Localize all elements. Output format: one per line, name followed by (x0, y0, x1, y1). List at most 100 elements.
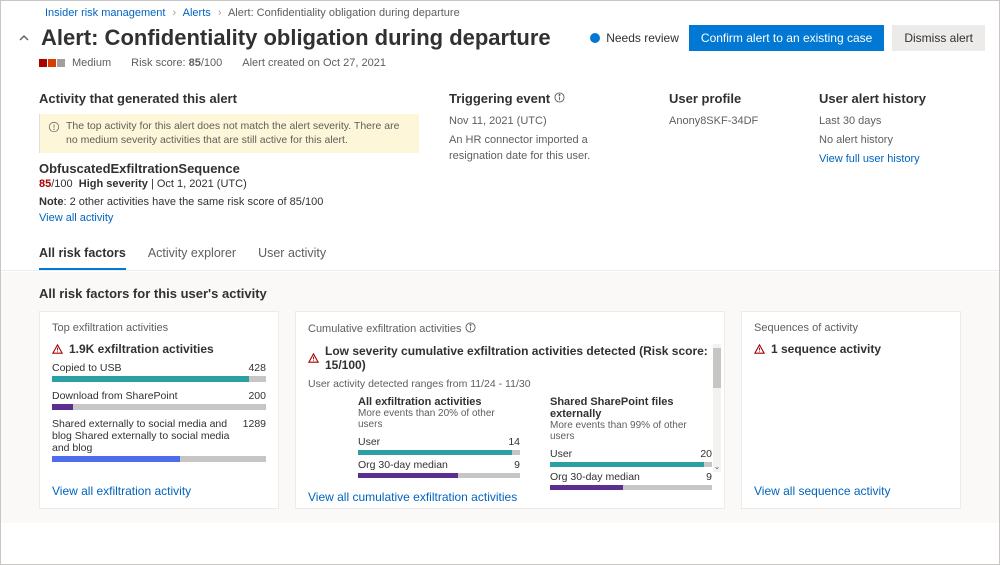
collapse-chevron-icon[interactable] (15, 29, 33, 47)
activity-section-heading: Activity that generated this alert (39, 91, 419, 106)
col-triggering: Triggering event Nov 11, 2021 (UTC) An H… (449, 91, 639, 224)
col-activity: Activity that generated this alert The t… (39, 91, 419, 224)
card-cumulative-exfiltration: Cumulative exfiltration activities Low s… (295, 311, 725, 509)
page-header: Alert: Confidentiality obligation during… (1, 23, 999, 57)
confirm-alert-button[interactable]: Confirm alert to an existing case (689, 25, 884, 51)
cumulative-subtext: User activity detected ranges from 11/24… (308, 378, 712, 390)
breadcrumb-current: Alert: Confidentiality obligation during… (228, 7, 460, 19)
status-dot-icon (590, 33, 600, 43)
headline-text: Low severity cumulative exfiltration act… (325, 344, 712, 372)
stat-label: Org 30-day median (550, 471, 640, 483)
stat-label: User (550, 448, 572, 460)
col-user-profile: User profile Anony8SKF-34DF (669, 91, 789, 224)
bar-fill (52, 404, 73, 410)
info-icon[interactable] (554, 91, 565, 106)
scroll-thumb[interactable] (713, 348, 721, 388)
cumulative-columns: All exfiltration activities More events … (308, 396, 712, 490)
activity-score-val: 85 (39, 178, 51, 190)
bar-value: 428 (248, 362, 266, 374)
tab-activity-explorer[interactable]: Activity explorer (148, 240, 236, 270)
dismiss-alert-button[interactable]: Dismiss alert (892, 25, 985, 51)
tab-all-risk-factors[interactable]: All risk factors (39, 240, 126, 270)
scroll-down-icon[interactable]: ⌄ (713, 462, 721, 472)
user-bar (550, 462, 704, 467)
bar-fill (52, 376, 249, 382)
breadcrumb-alerts[interactable]: Alerts (183, 7, 211, 19)
activity-subline: 85/100 High severity | Oct 1, 2021 (UTC) (39, 178, 419, 190)
page-title: Alert: Confidentiality obligation during… (41, 25, 551, 51)
activity-severity: High severity (76, 178, 148, 190)
risk-score-label: Risk score: (131, 57, 185, 69)
alert-created-date: Alert created on Oct 27, 2021 (242, 57, 386, 69)
bar-label: Shared externally to social media and bl… (52, 418, 243, 454)
cum-col-all: All exfiltration activities More events … (358, 396, 520, 490)
tab-bar: All risk factors Activity explorer User … (1, 232, 999, 271)
tab-user-activity[interactable]: User activity (258, 240, 326, 270)
info-icon[interactable] (465, 322, 476, 336)
risk-score-suffix: /100 (201, 57, 222, 69)
breadcrumb: Insider risk management › Alerts › Alert… (1, 1, 999, 23)
bar-label: Download from SharePoint (52, 390, 177, 402)
card-scrollbar[interactable]: ⌄ (713, 344, 721, 472)
view-all-activity-link[interactable]: View all activity (39, 212, 113, 224)
bar-label: Copied to USB (52, 362, 121, 374)
card-headline: 1 sequence activity (754, 342, 948, 356)
cards-row: Top exfiltration activities 1.9K exfiltr… (39, 311, 985, 509)
history-none: No alert history (819, 133, 979, 148)
bar-track (52, 404, 266, 410)
status-needs-review: Needs review (590, 31, 679, 45)
breadcrumb-sep: › (218, 7, 222, 19)
stat-value: 14 (508, 436, 520, 448)
history-range: Last 30 days (819, 114, 979, 129)
exfil-bar-item: Shared externally to social media and bl… (52, 418, 266, 462)
activity-note: Note: 2 other activities have the same r… (39, 196, 419, 208)
bar-fill (52, 456, 180, 462)
severity-row: Medium Risk score: 85 /100 Alert created… (1, 57, 999, 77)
view-all-exfiltration-link[interactable]: View all exfiltration activity (52, 484, 266, 498)
severity-label: Medium (72, 57, 111, 69)
triggering-date: Nov 11, 2021 (UTC) (449, 114, 639, 129)
stat-label: User (358, 436, 380, 448)
card-title: Sequences of activity (754, 322, 948, 334)
activity-score-suffix: /100 (51, 178, 72, 190)
cum-col-heading: All exfiltration activities (358, 396, 520, 408)
view-all-sequence-link[interactable]: View all sequence activity (754, 484, 948, 498)
stat-value: 9 (706, 471, 712, 483)
card-top-exfiltration: Top exfiltration activities 1.9K exfiltr… (39, 311, 279, 509)
card-title: Top exfiltration activities (52, 322, 266, 334)
stat-value: 20 (700, 448, 712, 460)
warning-triangle-icon (52, 344, 63, 355)
card-headline: 1.9K exfiltration activities (52, 342, 266, 356)
breadcrumb-root[interactable]: Insider risk management (45, 7, 165, 19)
view-all-cumulative-link[interactable]: View all cumulative exfiltration activit… (308, 490, 712, 504)
user-profile-heading: User profile (669, 91, 789, 106)
view-user-history-link[interactable]: View full user history (819, 153, 920, 165)
card-sequences: Sequences of activity 1 sequence activit… (741, 311, 961, 509)
headline-text: 1 sequence activity (771, 342, 881, 356)
note-label: Note (39, 196, 63, 208)
col-alert-history: User alert history Last 30 days No alert… (819, 91, 979, 224)
severity-indicator-icon (39, 59, 66, 67)
status-text: Needs review (606, 31, 679, 45)
breadcrumb-sep: › (173, 7, 177, 19)
stat-label: Org 30-day median (358, 459, 448, 471)
exfil-bar-item: Download from SharePoint 200 (52, 390, 266, 410)
cum-col-desc: More events than 99% of other users (550, 420, 712, 442)
risk-score-value: 85 (189, 57, 201, 69)
cum-col-desc: More events than 20% of other users (358, 408, 520, 430)
headline-text: 1.9K exfiltration activities (69, 342, 214, 356)
stat-value: 9 (514, 459, 520, 471)
org-bar (358, 473, 458, 478)
warning-triangle-icon (754, 344, 765, 355)
note-text: : 2 other activities have the same risk … (63, 196, 323, 208)
exfil-bar-item: Copied to USB 428 (52, 362, 266, 382)
history-heading: User alert history (819, 91, 979, 106)
bar-value: 1289 (243, 418, 266, 454)
warning-banner: The top activity for this alert does not… (39, 114, 419, 153)
user-bar (358, 450, 512, 455)
user-id: Anony8SKF-34DF (669, 114, 789, 129)
activity-name: ObfuscatedExfiltrationSequence (39, 161, 419, 176)
risk-factors-section: All risk factors for this user's activit… (1, 271, 999, 523)
bar-value: 200 (248, 390, 266, 402)
triggering-desc: An HR connector imported a resignation d… (449, 133, 639, 164)
